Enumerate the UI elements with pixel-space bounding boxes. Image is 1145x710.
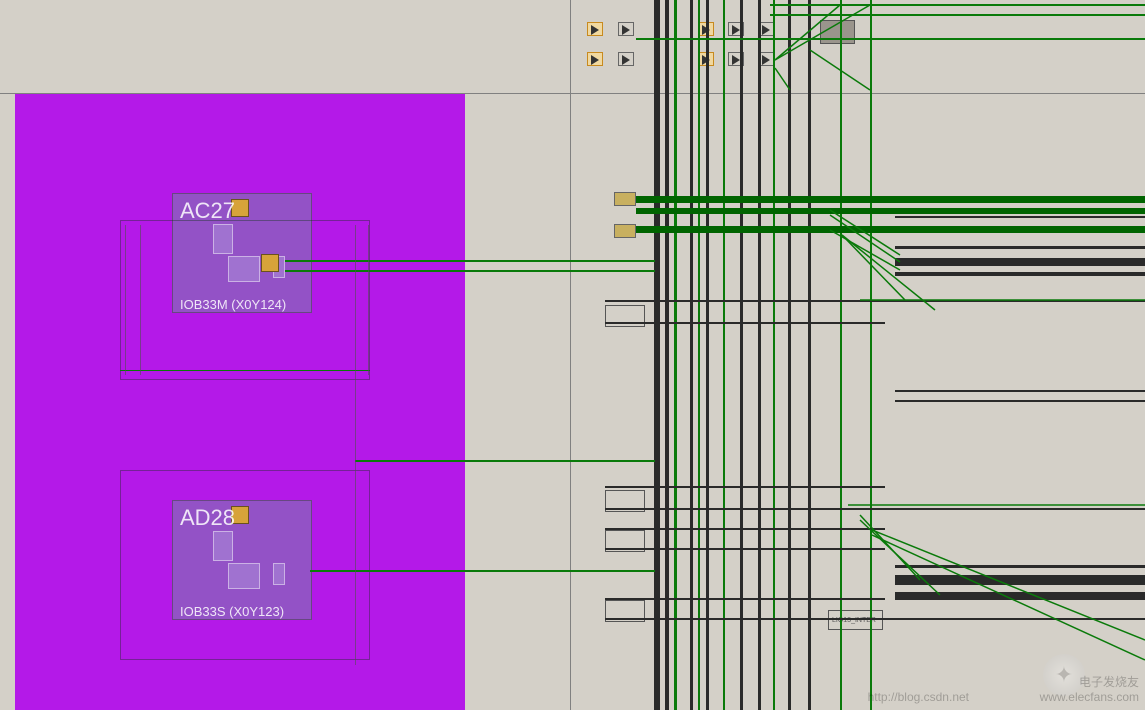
watermark-text: 电子发烧友 — [1040, 673, 1139, 690]
watermark-text: http://blog.csdn.net — [868, 690, 969, 704]
routing-overlay — [0, 0, 1145, 710]
device-view-canvas[interactable]: AC27 IOB33M (X0Y124) AD28 IOB33S (X0Y123… — [0, 0, 1145, 710]
watermark-text: www.elecfans.com — [1040, 690, 1139, 704]
watermark: 电子发烧友 www.elecfans.com http://blog.csdn.… — [1040, 673, 1139, 704]
